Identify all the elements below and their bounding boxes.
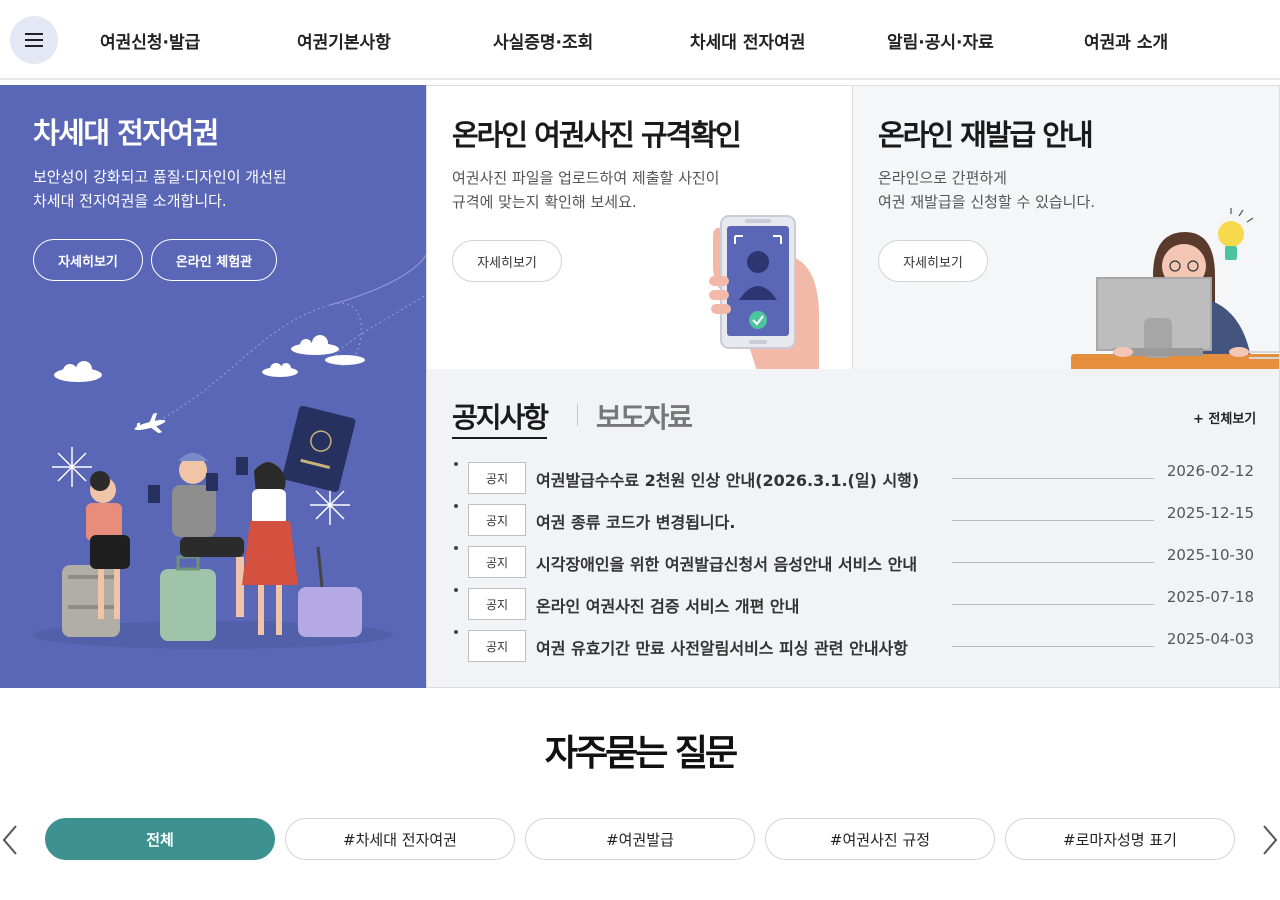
faq-tab-photo-rules[interactable]: #여권사진 규정 (765, 818, 995, 860)
hamburger-menu-icon (25, 33, 43, 47)
notice-date: 2026-02-12 (1166, 462, 1254, 480)
photo-check-card: 온라인 여권사진 규격확인 여권사진 파일을 업로드하여 제출할 사진이 규격에… (426, 85, 853, 370)
notice-title[interactable]: 시각장애인을 위한 여권발급신청서 음성안내 서비스 안내 (536, 551, 926, 575)
online-reissue-desc-line2: 여권 재발급을 신청할 수 있습니다. (878, 193, 1096, 211)
dotted-divider (952, 604, 1154, 605)
view-all-link[interactable]: + 전체보기 (1193, 408, 1256, 427)
notice-title[interactable]: 여권 유효기간 만료 사전알림서비스 피싱 관련 안내사항 (536, 635, 956, 659)
faq-tab-passport-issuance[interactable]: #여권발급 (525, 818, 755, 860)
hero-desc-line2: 차세대 전자여권을 소개합니다. (33, 192, 227, 210)
nav-item-passport-basics[interactable]: 여권기본사항 (297, 0, 391, 80)
hero-title: 차세대 전자여권 (33, 116, 219, 150)
bullet-icon (454, 462, 458, 466)
notice-row[interactable]: 공지 여권 종류 코드가 변경됩니다. 2025-12-15 (452, 504, 1254, 536)
nav-item-notices-materials[interactable]: 알림·공시·자료 (887, 0, 994, 80)
notice-row[interactable]: 공지 시각장애인을 위한 여권발급신청서 음성안내 서비스 안내 2025-10… (452, 546, 1254, 578)
hero-online-experience-button[interactable]: 온라인 체험관 (151, 239, 277, 281)
notice-badge: 공지 (468, 546, 526, 578)
notice-badge: 공지 (468, 588, 526, 620)
dotted-divider (952, 562, 1154, 563)
notice-row[interactable]: 공지 온라인 여권사진 검증 서비스 개편 안내 2025-07-18 (452, 588, 1254, 620)
notice-date: 2025-10-30 (1166, 546, 1254, 564)
menu-button[interactable] (10, 16, 58, 64)
online-reissue-title: 온라인 재발급 안내 (878, 118, 1094, 152)
site-header: 여권신청·발급 여권기본사항 사실증명·조회 차세대 전자여권 알림·공시·자료… (0, 0, 1280, 80)
tab-press-releases[interactable]: 보도자료 (596, 396, 693, 436)
nav-item-passport-application[interactable]: 여권신청·발급 (100, 0, 200, 80)
notice-badge: 공지 (468, 630, 526, 662)
online-reissue-detail-button[interactable]: 자세히보기 (878, 240, 988, 282)
notice-badge: 공지 (468, 504, 526, 536)
notice-badge: 공지 (468, 462, 526, 494)
photo-check-title: 온라인 여권사진 규격확인 (452, 118, 742, 152)
dotted-divider (952, 646, 1154, 647)
hero-detail-button[interactable]: 자세히보기 (33, 239, 143, 281)
chevron-left-icon[interactable] (0, 822, 22, 858)
tab-notices[interactable]: 공지사항 (452, 396, 549, 439)
online-reissue-desc-line1: 온라인으로 간편하게 (878, 169, 1007, 187)
nav-item-next-gen-epassport[interactable]: 차세대 전자여권 (690, 0, 805, 80)
notice-title[interactable]: 온라인 여권사진 검증 서비스 개편 안내 (536, 593, 956, 617)
bullet-icon (454, 546, 458, 550)
photo-check-desc-line2: 규격에 맞는지 확인해 보세요. (452, 193, 637, 211)
bullet-icon (454, 588, 458, 592)
faq-title: 자주묻는 질문 (544, 733, 738, 774)
notice-date: 2025-12-15 (1166, 504, 1254, 522)
dotted-divider (952, 520, 1154, 521)
hero-epassport-card: 차세대 전자여권 보안성이 강화되고 품질·디자인이 개선된 차세대 전자여권을… (0, 85, 426, 688)
notice-date: 2025-07-18 (1166, 588, 1254, 606)
notice-title[interactable]: 여권발급수수료 2천원 인상 안내(2026.3.1.(일) 시행) (536, 467, 956, 491)
nav-item-certificate-inquiry[interactable]: 사실증명·조회 (493, 0, 593, 80)
bullet-icon (454, 504, 458, 508)
faq-tab-next-gen-epassport[interactable]: #차세대 전자여권 (285, 818, 515, 860)
faq-tab-romanized-name[interactable]: #로마자성명 표기 (1005, 818, 1235, 860)
online-reissue-card: 온라인 재발급 안내 온라인으로 간편하게 여권 재발급을 신청할 수 있습니다… (852, 85, 1280, 370)
notice-title[interactable]: 여권 종류 코드가 변경됩니다. (536, 509, 956, 533)
photo-check-detail-button[interactable]: 자세히보기 (452, 240, 562, 282)
nav-item-about-division[interactable]: 여권과 소개 (1084, 0, 1168, 80)
photo-check-desc-line1: 여권사진 파일을 업로드하여 제출할 사진이 (452, 169, 720, 187)
notice-date: 2025-04-03 (1166, 630, 1254, 648)
notice-row[interactable]: 공지 여권발급수수료 2천원 인상 안내(2026.3.1.(일) 시행) 20… (452, 462, 1254, 494)
bullet-icon (454, 630, 458, 634)
notice-row[interactable]: 공지 여권 유효기간 만료 사전알림서비스 피싱 관련 안내사항 2025-04… (452, 630, 1254, 662)
hero-desc-line1: 보안성이 강화되고 품질·디자인이 개선된 (33, 168, 287, 186)
faq-tab-all[interactable]: 전체 (45, 818, 275, 860)
dotted-divider (952, 478, 1154, 479)
chevron-right-icon[interactable] (1258, 822, 1280, 858)
tab-divider (577, 404, 578, 426)
